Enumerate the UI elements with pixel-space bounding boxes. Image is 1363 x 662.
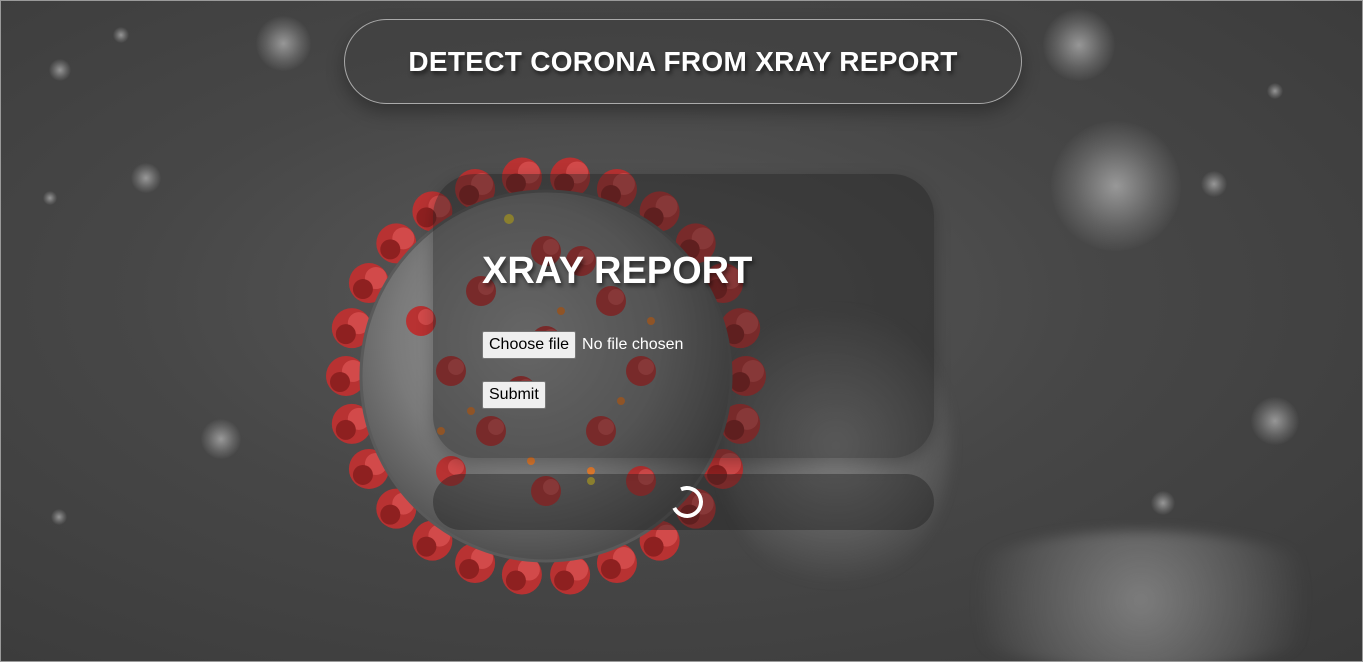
- loading-bar: [433, 474, 934, 530]
- background-particle: [256, 16, 311, 71]
- background-particle: [1043, 9, 1115, 81]
- submit-button[interactable]: Submit: [482, 381, 546, 409]
- blurred-virus: [931, 531, 1351, 661]
- upload-card: XRAY REPORT Choose file No file chosen S…: [433, 174, 934, 458]
- title-banner: DETECT CORONA FROM XRAY REPORT: [344, 19, 1022, 104]
- background-particle: [49, 59, 71, 81]
- background-particle: [43, 191, 57, 205]
- card-heading: XRAY REPORT: [482, 250, 753, 292]
- background-particle: [1251, 397, 1299, 445]
- background-particle: [113, 27, 129, 43]
- page-title: DETECT CORONA FROM XRAY REPORT: [408, 45, 958, 77]
- background-particle: [1267, 83, 1283, 99]
- background-particle: [1151, 491, 1175, 515]
- spinner-icon: [666, 481, 708, 523]
- file-status-text: No file chosen: [582, 336, 684, 353]
- file-input: Choose file No file chosen: [482, 331, 683, 359]
- background-particle: [1201, 171, 1227, 197]
- background-particle: [1051, 121, 1181, 251]
- choose-file-button[interactable]: Choose file: [482, 331, 577, 359]
- background-particle: [51, 509, 67, 525]
- background-particle: [201, 419, 241, 459]
- background-particle: [131, 163, 161, 193]
